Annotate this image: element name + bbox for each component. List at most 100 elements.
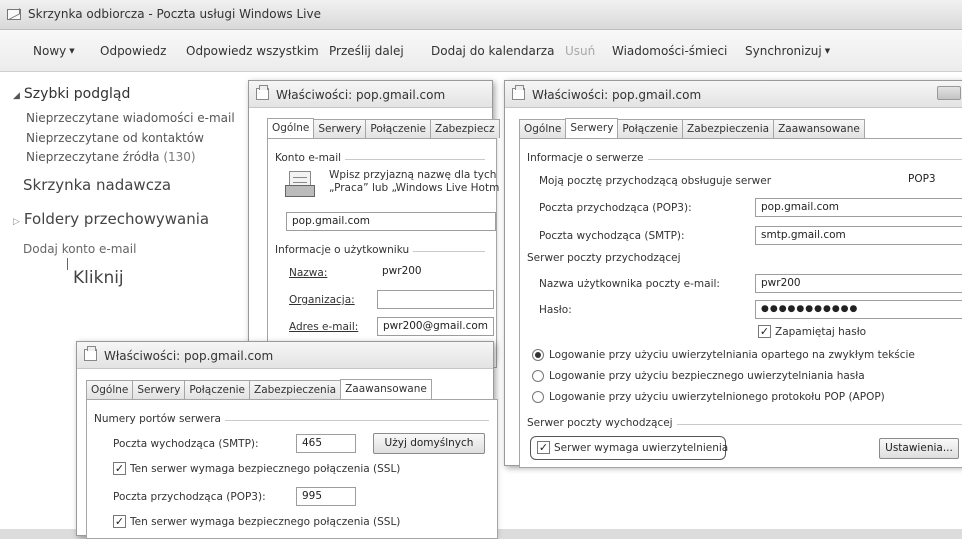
expanded-triangle-icon: ◢ <box>13 91 20 101</box>
password-input[interactable]: ●●●●●●●●●●● <box>755 300 962 319</box>
pop3-server-label: Poczta przychodząca (POP3): <box>539 202 692 214</box>
nav-storage-folders[interactable]: ▷ Foldery przechowywania <box>13 210 209 228</box>
tab-advanced[interactable]: Zaawansowane <box>340 379 432 400</box>
tab-general[interactable]: Ogólne <box>519 119 567 138</box>
window-title: Skrzynka odbiorcza - Poczta usługi Windo… <box>28 7 321 21</box>
nav-unread-mail[interactable]: Nieprzeczytane wiadomości e-mail <box>26 111 235 125</box>
tab-strip: Ogólne Serwery Połączenie Zabezpieczenia Zaa… <box>519 117 865 139</box>
synchronize-button[interactable]: Synchronizuj ▼ <box>745 44 830 58</box>
dropdown-caret-icon: ▼ <box>69 47 75 55</box>
dialog-title-bar: Właściwości: pop.gmail.com <box>505 81 962 108</box>
tab-servers[interactable]: Serwery <box>313 119 367 138</box>
nav-outbox[interactable]: Skrzynka nadawcza <box>23 176 171 194</box>
pop3-server-input[interactable]: pop.gmail.com <box>755 198 962 217</box>
dialog-title: Właściwości: pop.gmail.com <box>532 88 702 102</box>
junk-button[interactable]: Wiadomości-śmieci <box>612 44 727 58</box>
click-annotation: Kliknij <box>73 268 124 288</box>
remember-password-checkbox[interactable]: ✓ <box>758 325 771 338</box>
username-input[interactable]: pwr200 <box>755 274 962 293</box>
smtp-port-input[interactable]: 465 <box>296 434 356 453</box>
incoming-server-type: POP3 <box>903 171 962 190</box>
add-email-account-link[interactable]: Dodaj konto e-mail <box>23 242 136 256</box>
auth-secure-label: Logowanie przy użyciu bezpiecznego uwier… <box>549 370 865 382</box>
reply-button[interactable]: Odpowiedz <box>100 44 166 58</box>
dialog-title-bar: Właściwości: pop.gmail.com <box>77 342 493 369</box>
smtp-server-label: Poczta wychodząca (SMTP): <box>539 230 685 242</box>
organization-label-text: Organizacja: <box>289 294 355 306</box>
new-button[interactable]: Nowy ▼ <box>33 44 75 58</box>
incoming-group-label: Serwer poczty przychodzącej <box>527 252 685 264</box>
ports-group-label: Numery portów serwera <box>94 413 225 425</box>
requires-auth-checkbox[interactable]: ✓ <box>537 441 550 454</box>
organization-label: Organizacja: <box>289 294 355 306</box>
remember-password-label: Zapamiętaj hasło <box>775 326 867 338</box>
pop3-ssl-checkbox[interactable]: ✓ <box>113 515 126 528</box>
auth-secure-radio[interactable] <box>532 370 544 382</box>
nav-unread-contacts[interactable]: Nieprzeczytane od kontaktów <box>26 131 204 145</box>
tab-security[interactable]: Zabezpieczenia <box>682 119 775 138</box>
incoming-server-type-label: Moją pocztę przychodzącą obsługuje serwe… <box>539 175 772 187</box>
pointer-line <box>67 258 68 270</box>
dialog-title: Właściwości: pop.gmail.com <box>276 88 446 102</box>
forward-button[interactable]: Prześlij dalej <box>329 44 404 58</box>
pop3-port-label: Poczta przychodząca (POP3): <box>113 491 266 503</box>
password-label: Hasło: <box>539 304 572 316</box>
mail-app-icon <box>7 9 21 20</box>
dropdown-caret-icon: ▼ <box>824 47 831 55</box>
name-label: Nazwa: <box>289 267 327 279</box>
tab-security[interactable]: Zabezpiecz <box>430 119 500 138</box>
tab-connection[interactable]: Połączenie <box>184 380 250 399</box>
use-defaults-button[interactable]: Użyj domyślnych <box>373 433 485 454</box>
tab-servers[interactable]: Serwery <box>132 380 186 399</box>
smtp-ssl-label: Ten serwer wymaga bezpiecznego połączeni… <box>130 463 401 475</box>
email-label-text: Adres e-mail: <box>289 321 359 333</box>
name-input[interactable]: pwr200 <box>377 263 494 282</box>
pop3-ssl-label: Ten serwer wymaga bezpiecznego połączeni… <box>130 516 401 528</box>
quick-view-header[interactable]: ◢ Szybki podgląd <box>13 86 130 102</box>
user-info-group-label: Informacje o użytkowniku <box>275 244 414 256</box>
account-name-input[interactable]: pop.gmail.com <box>286 212 496 231</box>
name-label-text: Nazwa: <box>289 267 328 279</box>
unread-count-badge: (130) <box>163 150 196 164</box>
synchronize-label: Synchronizuj <box>745 44 822 58</box>
username-label: Nazwa użytkownika poczty e-mail: <box>539 278 720 290</box>
tab-servers[interactable]: Serwery <box>565 118 619 139</box>
close-button[interactable] <box>937 86 961 100</box>
tab-connection[interactable]: Połączenie <box>617 119 683 138</box>
server-info-group-label: Informacje o serwerze <box>527 152 648 164</box>
nav-unread-feeds[interactable]: Nieprzeczytane źródła (130) <box>26 150 196 164</box>
tab-security[interactable]: Zabezpieczenia <box>249 380 342 399</box>
tab-general[interactable]: Ogólne <box>86 380 134 399</box>
properties-dialog-general: Właściwości: pop.gmail.com Ogólne Serwery… <box>248 80 500 368</box>
pop3-port-input[interactable]: 995 <box>296 487 356 506</box>
account-description-1: Wpisz przyjazną nazwę dla tych <box>329 169 497 181</box>
new-label: Nowy <box>33 44 67 58</box>
delete-button[interactable]: Usuń <box>565 44 595 58</box>
tab-advanced[interactable]: Zaawansowane <box>773 119 865 138</box>
mail-account-icon <box>285 171 315 197</box>
quick-view-label: Szybki podgląd <box>23 86 131 102</box>
properties-dialog-servers: Właściwości: pop.gmail.com Ogólne Serwery… <box>504 80 962 468</box>
email-label: Adres e-mail: <box>289 321 358 333</box>
tab-connection[interactable]: Połączenie <box>365 119 431 138</box>
properties-icon <box>512 85 525 100</box>
auth-apop-radio[interactable] <box>532 391 544 403</box>
account-group-label: Konto e-mail <box>275 152 346 164</box>
smtp-port-label: Poczta wychodząca (SMTP): <box>113 438 259 450</box>
outgoing-group-label: Serwer poczty wychodzącej <box>527 417 677 429</box>
title-bar: Skrzynka odbiorcza - Poczta usługi Windo… <box>0 0 962 30</box>
reply-all-button[interactable]: Odpowiedz wszystkim <box>186 44 319 58</box>
dialog-title-bar: Właściwości: pop.gmail.com <box>249 81 492 108</box>
properties-dialog-advanced: Właściwości: pop.gmail.com Ogólne Serwery… <box>76 341 498 539</box>
tab-general[interactable]: Ogólne <box>267 118 315 139</box>
properties-icon <box>84 346 97 361</box>
organization-input[interactable] <box>377 290 494 309</box>
smtp-server-input[interactable]: smtp.gmail.com <box>755 226 962 245</box>
tab-strip: Ogólne Serwery Połączenie Zabezpiecz <box>267 117 500 139</box>
outgoing-settings-button[interactable]: Ustawienia... <box>879 438 959 459</box>
add-to-calendar-button[interactable]: Dodaj do kalendarza <box>431 44 554 58</box>
toolbar: Nowy ▼ Odpowiedz Odpowiedz wszystkim Prze… <box>0 30 962 72</box>
auth-plain-radio[interactable] <box>532 349 544 361</box>
smtp-ssl-checkbox[interactable]: ✓ <box>113 462 126 475</box>
email-input[interactable]: pwr200@gmail.com <box>377 317 494 336</box>
